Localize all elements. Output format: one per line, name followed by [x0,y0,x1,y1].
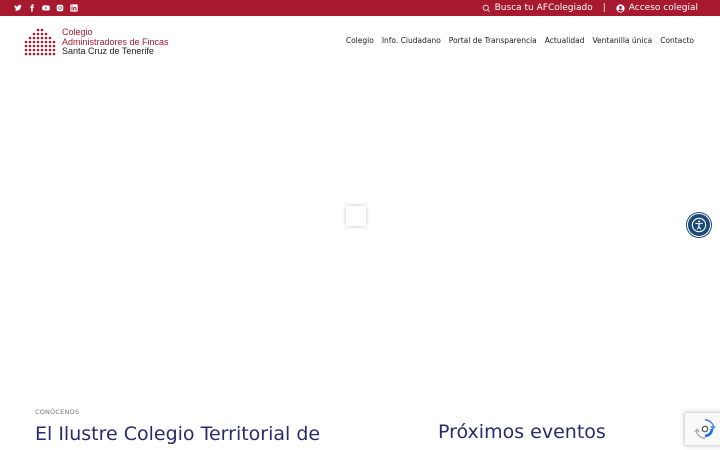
site-logo[interactable]: Colegio Administradores de Fincas Santa … [24,27,169,57]
logo-dot [32,32,36,36]
logo-dot [28,40,32,44]
logo-dot [40,28,44,32]
logo-dot [32,52,36,56]
logo-dot [32,48,36,52]
login-link[interactable]: Acceso colegial [616,3,698,13]
user-circle-icon [616,3,625,13]
nav-item-actualidad[interactable]: Actualidad [545,36,585,45]
nav-item-colegio[interactable]: Colegio [346,36,374,45]
logo-dot [52,40,56,44]
nav-item-ventanilla-unica[interactable]: Ventanilla única [592,36,652,45]
nav-item-portal-transparencia[interactable]: Portal de Transparencia [449,36,537,45]
logo-dot [48,52,52,56]
logo-dot [44,48,48,52]
logo-dot [24,48,28,52]
logo-dot [32,40,36,44]
search-colegiado-link[interactable]: Busca tu AFColegiado [482,3,593,13]
main-nav: Colegio Info. Ciudadano Portal de Transp… [346,36,694,45]
logo-text: Colegio Administradores de Fincas Santa … [62,27,169,57]
logo-dot [40,52,44,56]
logo-dot [40,36,44,40]
logo-dot [40,40,44,44]
slider-loading-indicator [346,206,366,226]
search-colegiado-label: Busca tu AFColegiado [494,3,593,13]
logo-dot [28,36,32,40]
nav-item-info-ciudadano[interactable]: Info. Ciudadano [382,36,441,45]
logo-dot [44,44,48,48]
instagram-icon[interactable] [56,4,64,12]
top-bar: Busca tu AFColegiado | Acceso colegial [0,0,720,16]
logo-dot [52,44,56,48]
logo-dot [36,44,40,48]
logo-dot [40,48,44,52]
logo-dot [40,32,44,36]
logo-dot [52,52,56,56]
logo-dot [36,36,40,40]
recaptcha-badge[interactable] [684,412,720,446]
section-kicker: CONÓCENOS [35,408,80,416]
logo-dot [48,44,52,48]
events-title: Próximos eventos [438,421,606,443]
logo-dot [32,44,36,48]
section-title: El Ilustre Colegio Territorial de [35,423,321,445]
logo-dot [48,40,52,44]
logo-dot [32,36,36,40]
logo-dot [36,28,40,32]
accessibility-icon [691,217,707,233]
logo-dots-icon [24,28,56,56]
logo-dot [48,36,52,40]
social-links [14,0,78,16]
separator: | [602,3,606,13]
facebook-icon[interactable] [28,4,36,12]
top-actions: Busca tu AFColegiado | Acceso colegial [482,0,698,16]
logo-dot [36,48,40,52]
logo-dot [52,48,56,52]
search-icon [482,4,491,13]
twitter-icon[interactable] [14,4,22,12]
logo-dot [44,52,48,56]
login-label: Acceso colegial [628,3,698,13]
logo-dot [36,32,40,36]
logo-dot [44,40,48,44]
logo-dot [36,52,40,56]
logo-dot [28,52,32,56]
logo-dot [44,36,48,40]
linkedin-icon[interactable] [70,4,78,12]
logo-line-3: Santa Cruz de Tenerife [62,46,154,56]
logo-dot [28,48,32,52]
logo-dot [44,32,48,36]
logo-dot [24,44,28,48]
accessibility-button[interactable] [687,213,711,237]
logo-dot [36,40,40,44]
nav-item-contacto[interactable]: Contacto [660,36,694,45]
youtube-icon[interactable] [42,4,50,12]
logo-dot [24,40,28,44]
logo-dot [24,52,28,56]
site-header: Colegio Administradores de Fincas Santa … [0,16,720,66]
recaptcha-icon [694,418,716,440]
logo-dot [28,44,32,48]
logo-dot [48,48,52,52]
logo-dot [40,44,44,48]
